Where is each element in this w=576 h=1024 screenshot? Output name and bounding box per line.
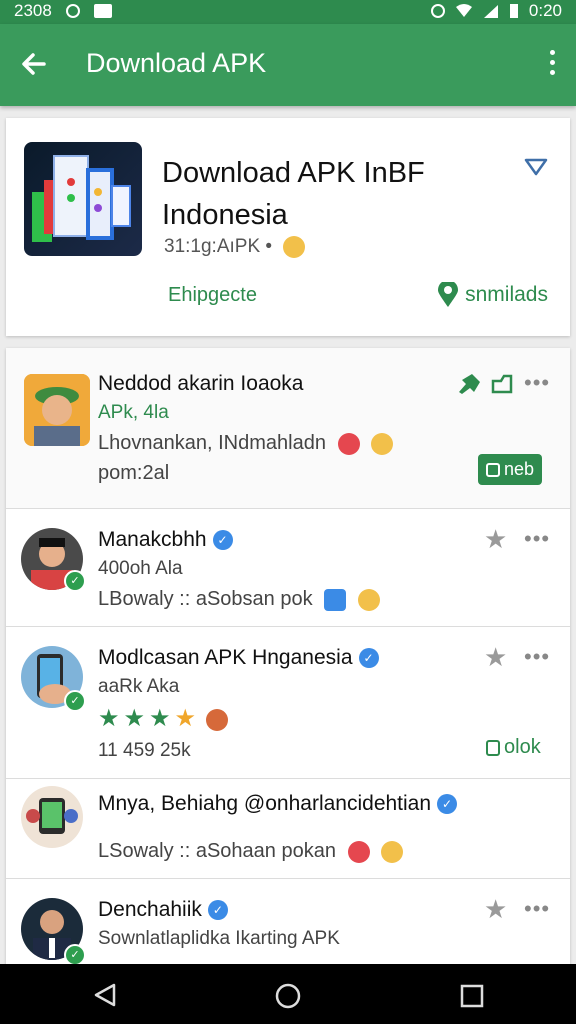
list-item[interactable]: Neddod akarin Ioaoka APk, 4la Lhovnankan…	[6, 348, 570, 508]
more-options-icon[interactable]: •••	[524, 370, 550, 396]
app-meta: 31:1g:AıPK •	[164, 236, 306, 258]
verified-badge-icon: ✓	[64, 570, 86, 592]
item-stats: 11 459 25k	[98, 740, 191, 761]
system-nav-bar	[0, 964, 576, 1024]
list-item[interactable]: Mnya, Behiahg @onharlancidehtian ✓ LSowal…	[6, 778, 570, 878]
star-icon[interactable]: ★	[484, 642, 507, 673]
list-item[interactable]: ✓ Denchahiik ✓ Sownlatlaplidka Ikarting A…	[6, 878, 570, 968]
more-options-icon[interactable]: •••	[524, 644, 550, 670]
rating-stars: ★★★★	[98, 704, 229, 733]
app-header-card: Download APK InBF Indonesia 31:1g:AıPK •…	[6, 118, 570, 336]
item-description: Lhovnankan, INdmahladn	[98, 432, 394, 455]
star-icon[interactable]: ★	[484, 524, 507, 555]
emoji-icon	[324, 588, 347, 611]
avatar	[21, 786, 83, 848]
emoji-icon	[347, 840, 370, 863]
star-icon[interactable]: ★	[484, 894, 507, 925]
notification-icon	[65, 4, 80, 18]
signal-icon	[483, 5, 498, 18]
item-description: LBowaly :: aSobsan pok	[98, 588, 380, 611]
image-notification-icon	[93, 4, 112, 18]
item-description: LSowaly :: aSohaan pokan	[98, 840, 404, 863]
app-bar: Download APK	[0, 24, 576, 106]
list-item[interactable]: ✓ Modlcasan APK Hnganesia ✓ aaRk Aka ★★★★…	[6, 626, 570, 778]
app-list: Neddod akarin Ioaoka APk, 4la Lhovnankan…	[6, 348, 570, 968]
nav-back-icon[interactable]	[92, 982, 118, 1008]
item-title: Neddod akarin Ioaoka	[98, 372, 304, 395]
header-right-link[interactable]: snmilads	[437, 282, 548, 308]
back-arrow-icon[interactable]	[18, 48, 50, 80]
chevron-down-icon[interactable]	[524, 158, 548, 176]
emoji-icon	[337, 432, 360, 455]
pin-icon[interactable]	[456, 372, 482, 394]
verified-icon: ✓	[358, 648, 379, 669]
wifi-icon	[455, 4, 472, 17]
item-subtitle: APk, 4la	[98, 402, 169, 423]
app-logo-image	[24, 142, 142, 256]
emoji-icon	[371, 432, 394, 455]
header-left-link[interactable]: Ehipgecte	[168, 284, 257, 307]
nav-home-icon[interactable]	[274, 982, 302, 1010]
emoji-icon	[283, 236, 306, 258]
item-title: Manakcbhh ✓	[98, 528, 233, 552]
install-link[interactable]: olok	[486, 736, 541, 759]
item-title: Denchahiik ✓	[98, 898, 228, 922]
alarm-icon	[430, 4, 445, 18]
item-title: Modlcasan APK Hnganesia ✓	[98, 646, 379, 670]
emoji-icon	[206, 708, 229, 731]
item-subtitle: Sownlatlaplidka Ikarting APK	[98, 928, 340, 949]
nav-recents-icon[interactable]	[460, 984, 484, 1008]
item-extra: pom:2al	[98, 462, 170, 484]
item-title: Mnya, Behiahg @onharlancidehtian ✓	[98, 792, 458, 816]
battery-icon	[509, 4, 518, 18]
status-time: 2308	[14, 1, 52, 20]
app-title: Download APK InBF Indonesia	[162, 157, 425, 231]
status-bar: 2308 0:20	[0, 0, 576, 24]
verified-icon: ✓	[207, 900, 228, 921]
location-pin-icon	[438, 282, 459, 307]
list-item[interactable]: ✓ Manakcbhh ✓ 400oh Ala LBowaly :: aSobsa…	[6, 508, 570, 626]
verified-icon: ✓	[212, 530, 233, 551]
emoji-icon	[381, 840, 404, 863]
share-icon[interactable]	[490, 372, 514, 394]
page-title: Download APK	[86, 48, 267, 78]
status-clock: 0:20	[528, 1, 562, 20]
verified-icon: ✓	[437, 794, 458, 815]
more-options-icon[interactable]: •••	[524, 896, 550, 922]
emoji-icon	[357, 588, 380, 611]
install-button[interactable]: neb	[478, 454, 543, 485]
verified-badge-icon: ✓	[64, 690, 86, 712]
more-vert-icon[interactable]	[548, 50, 556, 78]
avatar	[24, 374, 90, 446]
verified-badge-icon: ✓	[64, 944, 86, 966]
item-subtitle: aaRk Aka	[98, 676, 180, 697]
item-subtitle: 400oh Ala	[98, 558, 183, 579]
more-options-icon[interactable]: •••	[524, 526, 550, 552]
